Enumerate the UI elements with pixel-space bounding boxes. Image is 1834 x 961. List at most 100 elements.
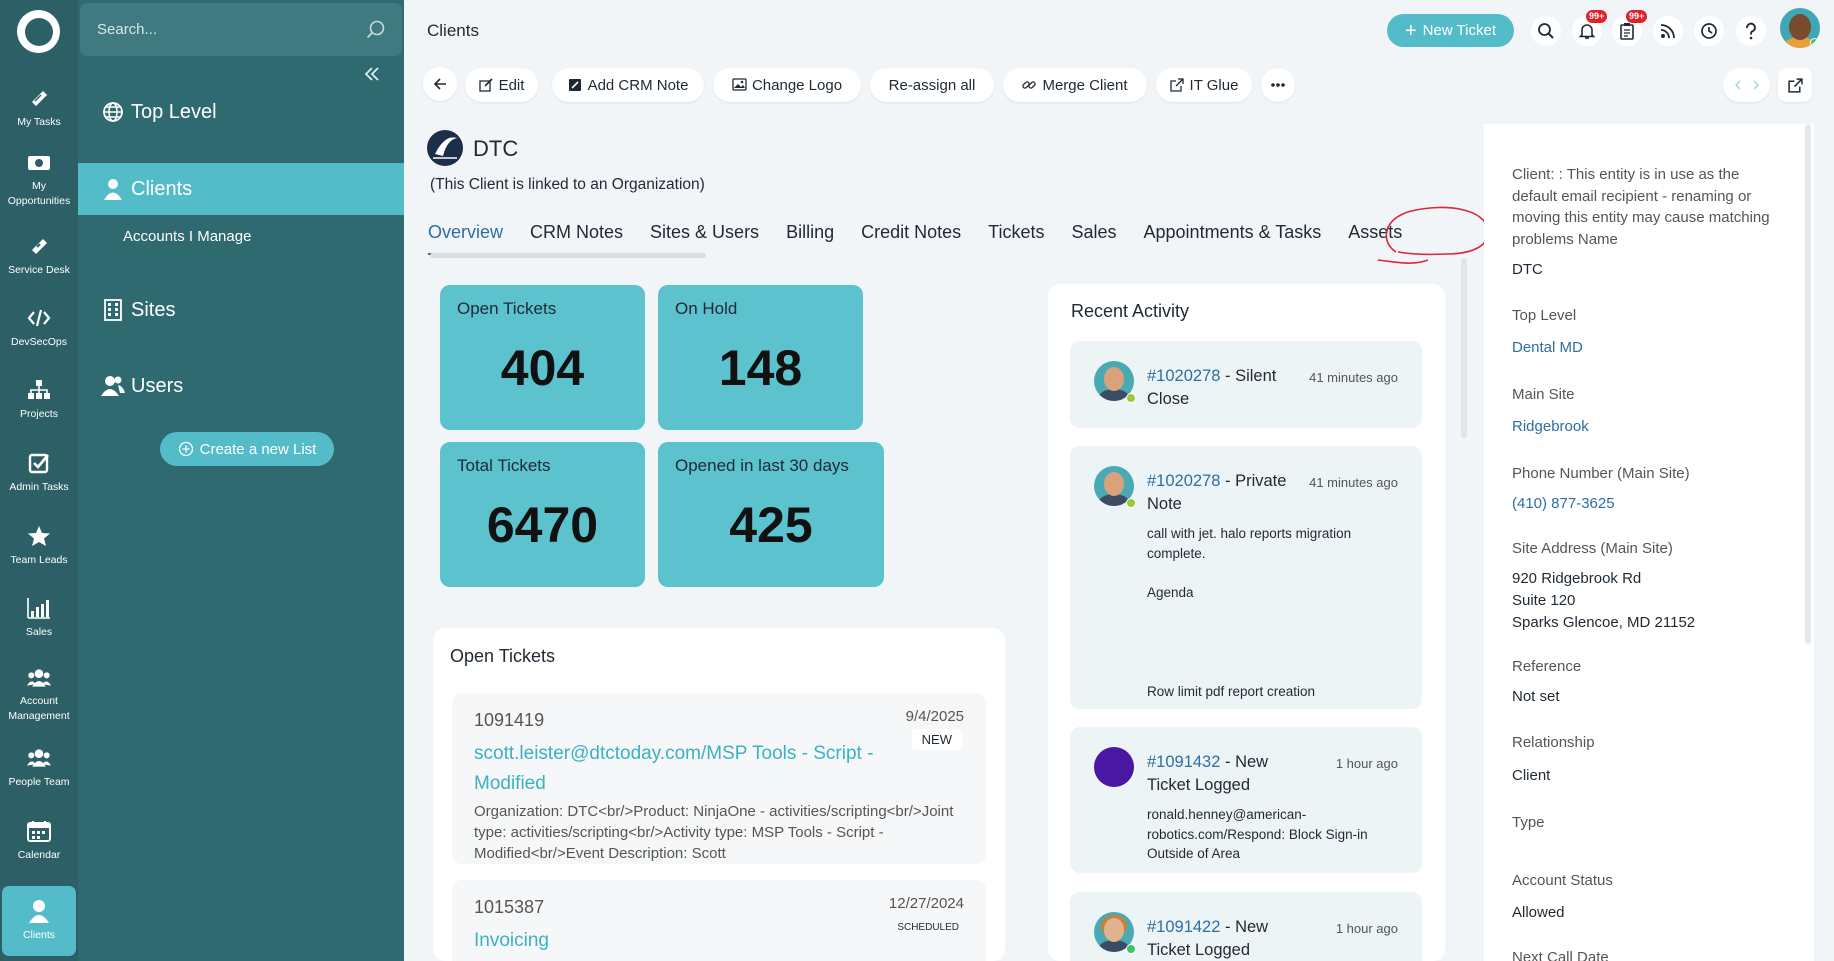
ticket-subject-link[interactable]: scott.leister@dtctoday.com/MSP Tools - S…: [474, 739, 894, 799]
tab-credit-notes[interactable]: Credit Notes: [861, 222, 961, 252]
tab-appointments-tasks[interactable]: Appointments & Tasks: [1144, 222, 1322, 252]
rail-item-team-leads[interactable]: Team Leads: [0, 510, 78, 582]
merge-client-button[interactable]: Merge Client: [1003, 68, 1147, 102]
rail-item-calendar[interactable]: Calendar: [0, 805, 78, 877]
rail-label: Sales: [25, 626, 53, 638]
link-icon: [1022, 78, 1037, 92]
tab-tickets[interactable]: Tickets: [988, 222, 1044, 252]
plus-circle-icon: [178, 441, 194, 457]
activity-item[interactable]: #1091432 - New Ticket Logged 1 hour ago …: [1070, 727, 1422, 873]
activity-item[interactable]: #1020278 - Private Note 41 minutes ago c…: [1070, 446, 1422, 709]
activity-item[interactable]: #1091422 - New Ticket Logged 1 hour ago: [1070, 892, 1422, 961]
info-label: Relationship: [1512, 734, 1595, 751]
sidebar-item-top-level[interactable]: Top Level: [78, 86, 404, 138]
edit-button[interactable]: Edit: [465, 68, 538, 102]
rail-item-clients[interactable]: Clients: [2, 886, 76, 956]
collapse-sidebar-icon[interactable]: [362, 64, 386, 88]
rail-label: Projects: [20, 408, 58, 420]
rail-item-sales[interactable]: Sales: [0, 582, 78, 654]
rail-item-my-opportunities[interactable]: My Opportunities: [0, 140, 78, 220]
info-label: Next Call Date: [1512, 949, 1609, 961]
reassign-all-button[interactable]: Re-assign all: [870, 68, 994, 102]
ticket-link[interactable]: #1091422: [1147, 918, 1220, 936]
more-options-button[interactable]: [1261, 68, 1295, 102]
rail-item-my-tasks[interactable]: My Tasks: [0, 72, 78, 144]
activity-body: ronald.henney@american-robotics.com/Resp…: [1147, 807, 1368, 861]
notifications-button[interactable]: 99+: [1572, 10, 1608, 46]
feed-button[interactable]: [1653, 16, 1683, 46]
activity-item[interactable]: #1020278 - Silent Close 41 minutes ago: [1070, 341, 1422, 428]
user-icon: [101, 177, 125, 201]
info-label: Top Level: [1512, 307, 1577, 324]
activity-title: #1091432 - New Ticket Logged: [1147, 751, 1297, 797]
stat-on-hold[interactable]: On Hold 148: [658, 285, 863, 430]
search-input[interactable]: [97, 21, 366, 38]
ticket-link[interactable]: #1020278: [1147, 367, 1220, 385]
it-glue-button[interactable]: IT Glue: [1156, 68, 1252, 102]
checkbox-icon: [27, 451, 51, 475]
top-level-link[interactable]: Dental MD: [1512, 337, 1583, 359]
address-line: Suite 120: [1512, 592, 1576, 609]
open-new-window-button[interactable]: [1778, 68, 1812, 102]
activity-title: #1020278 - Silent Close: [1147, 365, 1297, 411]
ticket-link[interactable]: #1020278: [1147, 472, 1220, 490]
stat-total-tickets[interactable]: Total Tickets 6470: [440, 442, 645, 587]
details-scrollbar[interactable]: [1805, 124, 1811, 644]
sidebar-item-users[interactable]: Users: [78, 360, 404, 412]
tab-sites-users[interactable]: Sites & Users: [650, 222, 759, 252]
sidebar-item-accounts-i-manage[interactable]: Accounts I Manage: [123, 228, 251, 245]
tab-sales[interactable]: Sales: [1071, 222, 1116, 252]
rail-item-people-team[interactable]: People Team: [0, 732, 78, 804]
create-list-button[interactable]: Create a new List: [160, 432, 334, 466]
tasks-button[interactable]: 99+: [1612, 10, 1648, 46]
ticket-card[interactable]: 1015387 12/27/2024 SCHEDULED Invoicing: [452, 880, 986, 961]
activity-title: #1091422 - New Ticket Logged: [1147, 916, 1297, 961]
external-link-icon: [1169, 78, 1184, 92]
group-icon: [27, 666, 51, 690]
rail-label: Team Leads: [10, 554, 68, 566]
activity-time: 1 hour ago: [1335, 756, 1398, 771]
tab-billing[interactable]: Billing: [786, 222, 834, 252]
tab-crm-notes[interactable]: CRM Notes: [530, 222, 623, 252]
search-icon[interactable]: [366, 20, 386, 40]
ticket-description: Organization: DTC<br/>Product: NinjaOne …: [474, 803, 954, 862]
content-scrollbar[interactable]: [1461, 258, 1467, 438]
ticket-card[interactable]: 1091419 9/4/2025 NEW scott.leister@dtcto…: [452, 693, 986, 864]
ticket-subject-link[interactable]: Invoicing: [474, 926, 894, 956]
add-crm-note-button[interactable]: Add CRM Note: [552, 68, 704, 102]
ticket-status: NEW: [911, 729, 962, 750]
clock-icon: [1700, 22, 1718, 40]
back-button[interactable]: [423, 67, 457, 101]
history-button[interactable]: [1694, 16, 1724, 46]
stat-opened-last-30-days[interactable]: Opened in last 30 days 425: [658, 442, 884, 587]
sidebar-item-clients[interactable]: Clients: [78, 163, 404, 215]
sidebar-item-sites[interactable]: Sites: [78, 284, 404, 336]
tabs-scrollbar[interactable]: [430, 253, 706, 258]
new-ticket-button[interactable]: + New Ticket: [1387, 14, 1514, 47]
stat-label: On Hold: [675, 299, 738, 318]
rail-item-admin-tasks[interactable]: Admin Tasks: [0, 437, 78, 509]
header-search-button[interactable]: [1531, 16, 1561, 46]
user-avatar[interactable]: [1780, 8, 1820, 48]
rail-item-projects[interactable]: Projects: [0, 364, 78, 436]
create-list-label: Create a new List: [199, 440, 317, 458]
note-icon: [568, 78, 582, 92]
main-site-link[interactable]: Ridgebrook: [1512, 416, 1589, 438]
rail-item-devsecops[interactable]: DevSecOps: [0, 292, 78, 364]
rail-item-account-management[interactable]: Account Management: [0, 655, 78, 735]
ticket-link[interactable]: #1091432: [1147, 753, 1220, 771]
ticket-status: SCHEDULED: [897, 922, 959, 933]
rail-item-service-desk[interactable]: Service Desk: [0, 220, 78, 292]
stat-value: 6470: [486, 497, 599, 553]
phone-link[interactable]: (410) 877-3625: [1512, 493, 1615, 515]
app-logo-icon[interactable]: [17, 10, 60, 53]
chevron-right-icon[interactable]: [1753, 80, 1759, 90]
stat-open-tickets[interactable]: Open Tickets 404: [440, 285, 645, 430]
change-logo-button[interactable]: Change Logo: [713, 68, 861, 102]
question-icon: [1743, 22, 1759, 40]
tab-overview[interactable]: Overview: [428, 222, 504, 255]
activity-time: 1 hour ago: [1335, 921, 1398, 936]
panel-heading: Open Tickets: [450, 646, 556, 666]
help-button[interactable]: [1736, 16, 1766, 46]
chevron-left-icon[interactable]: [1734, 80, 1741, 90]
